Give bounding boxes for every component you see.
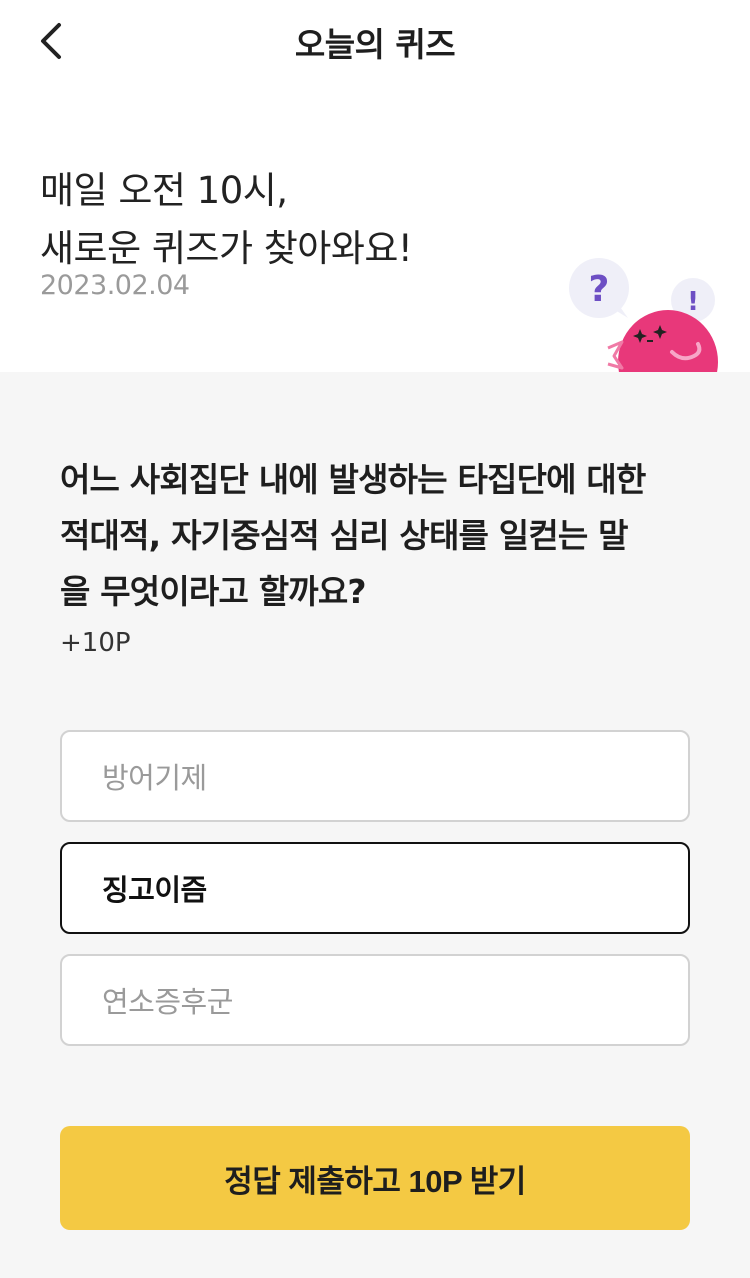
quiz-mascot-illustration: ? ! <box>569 258 718 372</box>
answer-option-3[interactable]: 연소증후군 <box>60 954 690 1046</box>
page-title: 오늘의 퀴즈 <box>294 25 456 64</box>
answer-option-label: 연소증후군 <box>102 985 233 1019</box>
question-line: 을 무엇이라고 할까요? <box>60 572 367 611</box>
submit-answer-button[interactable]: 정답 제출하고 10P 받기 <box>60 1126 690 1230</box>
question-line: 적대적, 자기중심적 심리 상태를 일컫는 말 <box>60 516 629 555</box>
quiz-question: 어느 사회집단 내에 발생하는 타집단에 대한 적대적, 자기중심적 심리 상태… <box>60 452 710 620</box>
quiz-date: 2023.02.04 <box>40 270 190 301</box>
exclamation-mark-text: ! <box>687 287 699 317</box>
hero-section: 오늘의 퀴즈 매일 오전 10시, 새로운 퀴즈가 찾아와요! 2023.02.… <box>0 0 750 372</box>
answer-option-label: 방어기제 <box>102 761 207 795</box>
hero-line-1: 매일 오전 10시, <box>40 169 288 212</box>
app-header: 오늘의 퀴즈 <box>0 0 750 82</box>
answer-option-1[interactable]: 방어기제 <box>60 730 690 822</box>
hero-line-2: 새로운 퀴즈가 찾아와요! <box>40 227 413 270</box>
question-mark-text: ? <box>589 269 610 310</box>
question-line: 어느 사회집단 내에 발생하는 타집단에 대한 <box>60 460 646 499</box>
answer-option-2[interactable]: 징고이즘 <box>60 842 690 934</box>
points-badge: +10P <box>60 628 131 658</box>
submit-button-label: 정답 제출하고 10P 받기 <box>224 1163 526 1199</box>
answer-option-label: 징고이즘 <box>102 873 207 907</box>
